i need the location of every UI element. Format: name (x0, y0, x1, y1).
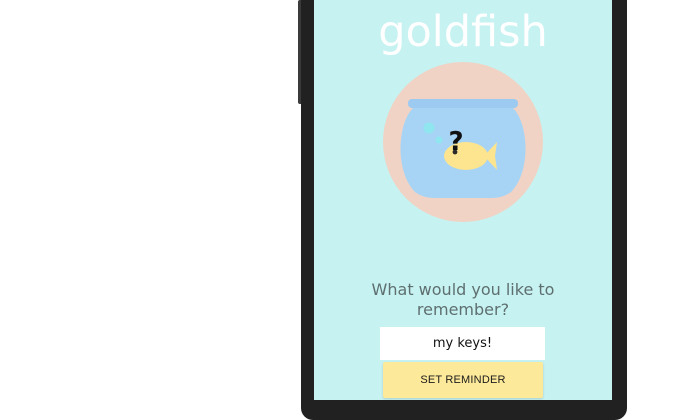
app-title: goldfish (378, 7, 548, 57)
reminder-prompt: What would you like to remember? (314, 280, 612, 320)
reminder-input[interactable] (380, 327, 545, 360)
bubble-small (435, 136, 443, 144)
prompt-line-2: remember? (416, 300, 510, 319)
set-reminder-button[interactable]: SET REMINDER (383, 362, 543, 398)
bowl-rim (408, 99, 518, 108)
app-screen: goldfish ? What would you like to rememb… (314, 0, 612, 400)
bubble-large (423, 122, 435, 134)
question-mark-icon: ? (448, 127, 463, 157)
prompt-line-1: What would you like to (371, 280, 555, 299)
goldfish-bowl-icon: ? (383, 62, 543, 222)
